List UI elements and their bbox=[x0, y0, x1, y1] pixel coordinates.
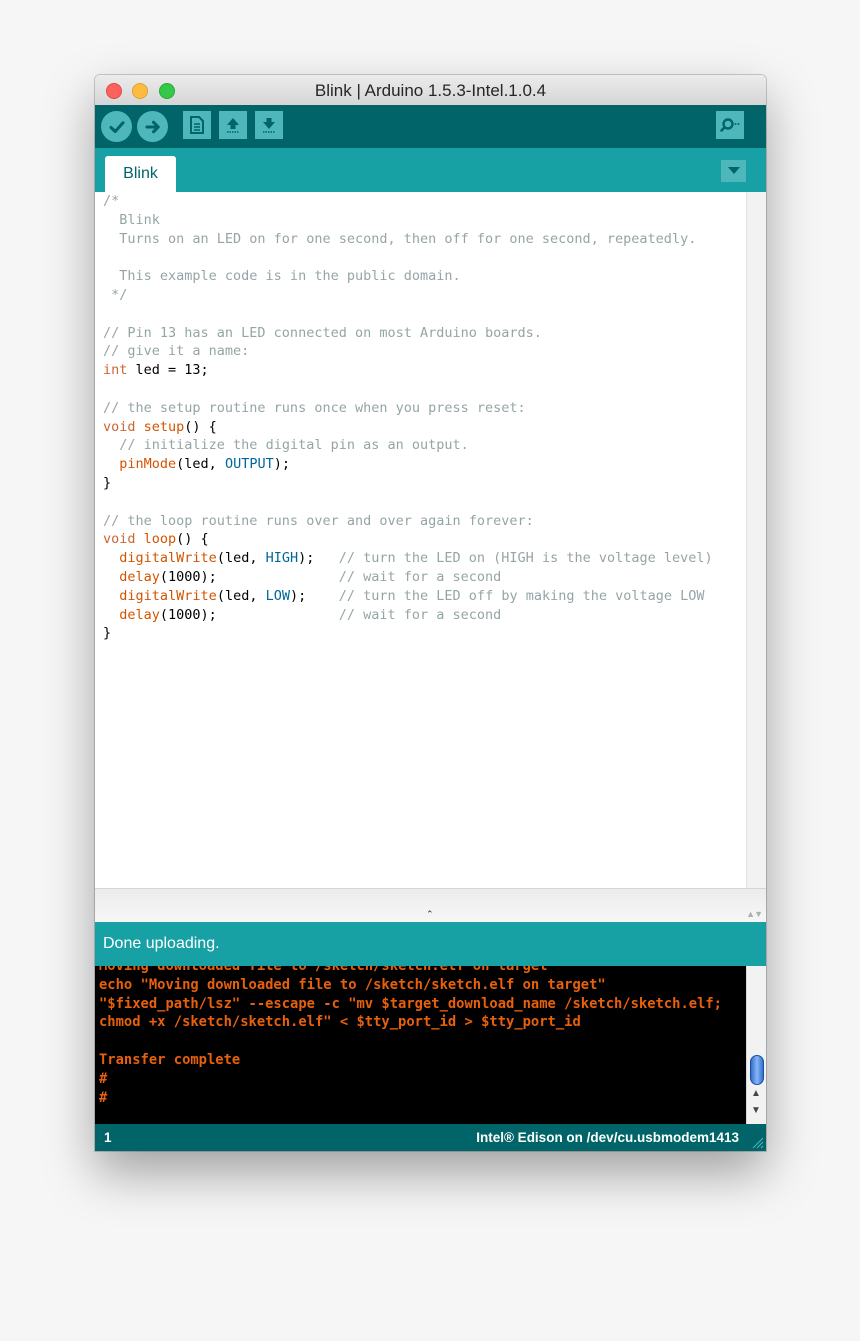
code-line[interactable]: void setup() { bbox=[103, 419, 217, 435]
code-line[interactable]: // the loop routine runs over and over a… bbox=[103, 513, 534, 529]
title-bar[interactable]: Blink | Arduino 1.5.3-Intel.1.0.4 bbox=[95, 75, 766, 106]
scroll-down-icon[interactable]: ▼ bbox=[751, 1105, 761, 1116]
editor-scrollbar[interactable] bbox=[746, 192, 766, 888]
window-title: Blink | Arduino 1.5.3-Intel.1.0.4 bbox=[314, 81, 547, 100]
tab-bar: Blink bbox=[95, 148, 766, 192]
arduino-ide-window: Blink | Arduino 1.5.3-Intel.1.0.4 Blink … bbox=[95, 75, 766, 1151]
verify-button[interactable] bbox=[101, 111, 132, 142]
drag-handle-icon[interactable]: ⌃ bbox=[426, 909, 434, 920]
code-text[interactable]: /* Blink Turns on an LED on for one seco… bbox=[103, 192, 713, 643]
code-line[interactable]: digitalWrite(led, HIGH); // turn the LED… bbox=[103, 550, 712, 566]
console-scrollbar[interactable]: ▲ ▼ bbox=[746, 966, 766, 1124]
upload-arrow-icon bbox=[225, 116, 241, 134]
code-line[interactable]: void loop() { bbox=[103, 531, 209, 547]
status-message: Done uploading. bbox=[103, 935, 220, 952]
code-line[interactable]: Turns on an LED on for one second, then … bbox=[103, 231, 696, 247]
code-line[interactable]: This example code is in the public domai… bbox=[103, 268, 460, 284]
code-line[interactable]: // Pin 13 has an LED connected on most A… bbox=[103, 325, 542, 341]
code-line[interactable]: /* bbox=[103, 193, 119, 209]
scroll-up-icon[interactable]: ▲ bbox=[751, 1088, 761, 1099]
console-line: # bbox=[99, 1089, 108, 1106]
open-sketch-button[interactable] bbox=[219, 111, 247, 139]
serial-monitor-button[interactable] bbox=[716, 111, 744, 139]
board-port-info: Intel® Edison on /dev/cu.usbmodem1413 bbox=[476, 1130, 739, 1145]
download-arrow-icon bbox=[261, 116, 277, 134]
code-line[interactable]: pinMode(led, OUTPUT); bbox=[103, 456, 290, 472]
check-icon bbox=[108, 118, 126, 136]
new-sketch-button[interactable] bbox=[183, 111, 211, 139]
upload-button[interactable] bbox=[137, 111, 168, 142]
console-line: Transfer complete bbox=[99, 1051, 241, 1068]
code-line[interactable]: */ bbox=[103, 287, 127, 303]
console-line: # bbox=[99, 1070, 108, 1087]
code-line[interactable]: delay(1000); // wait for a second bbox=[103, 607, 501, 623]
tab-menu-button[interactable] bbox=[721, 160, 746, 182]
toolbar bbox=[95, 105, 766, 148]
status-bar: Done uploading. bbox=[95, 922, 766, 966]
console-line: echo "Moving downloaded file to /sketch/… bbox=[99, 976, 606, 993]
resize-arrows-icon[interactable]: ▲▼ bbox=[746, 909, 763, 919]
resize-grip-icon[interactable] bbox=[750, 1135, 764, 1149]
console-scroll-thumb[interactable] bbox=[750, 1055, 764, 1085]
console-line: "$fixed_path/lsz" --escape -c "mv $targe… bbox=[99, 995, 722, 1012]
code-line[interactable]: // initialize the digital pin as an outp… bbox=[103, 437, 469, 453]
line-number: 1 bbox=[104, 1130, 112, 1145]
serial-monitor-icon bbox=[720, 116, 740, 134]
code-line[interactable]: // the setup routine runs once when you … bbox=[103, 400, 526, 416]
editor-console-divider[interactable]: ⌃ ▲▼ bbox=[95, 888, 766, 923]
tab-blink[interactable]: Blink bbox=[105, 156, 176, 192]
tab-label: Blink bbox=[123, 165, 158, 182]
console-line: Moving downloaded file to /sketch/sketch… bbox=[99, 966, 548, 974]
chevron-down-icon bbox=[727, 162, 740, 180]
footer-bar: 1 Intel® Edison on /dev/cu.usbmodem1413 bbox=[95, 1124, 766, 1151]
code-line[interactable]: int led = 13; bbox=[103, 362, 209, 378]
console-line: chmod +x /sketch/sketch.elf" < $tty_port… bbox=[99, 1014, 581, 1031]
code-line[interactable]: } bbox=[103, 475, 111, 491]
code-line[interactable]: } bbox=[103, 625, 111, 641]
code-line[interactable]: // give it a name: bbox=[103, 343, 249, 359]
code-line[interactable]: delay(1000); // wait for a second bbox=[103, 569, 501, 585]
code-line[interactable]: digitalWrite(led, LOW); // turn the LED … bbox=[103, 588, 704, 604]
console-text: Moving downloaded file to /sketch/sketch… bbox=[99, 966, 722, 1107]
code-editor[interactable]: /* Blink Turns on an LED on for one seco… bbox=[95, 192, 746, 888]
code-line[interactable]: Blink bbox=[103, 212, 160, 228]
arrow-right-icon bbox=[144, 118, 162, 136]
new-document-icon bbox=[189, 116, 205, 134]
output-console[interactable]: Moving downloaded file to /sketch/sketch… bbox=[95, 966, 746, 1124]
save-sketch-button[interactable] bbox=[255, 111, 283, 139]
